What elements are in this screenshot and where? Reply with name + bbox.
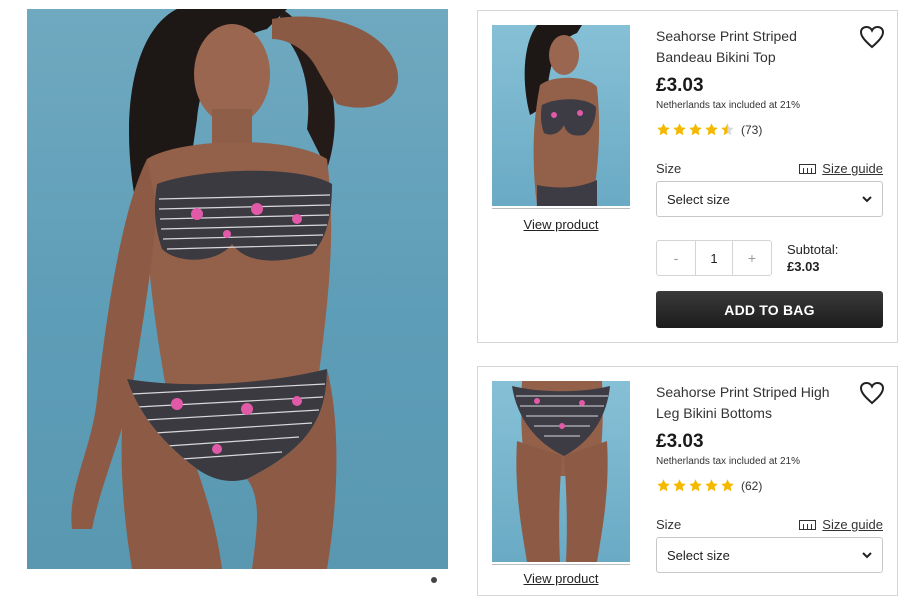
tax-note: Netherlands tax included at 21%	[656, 456, 800, 467]
quantity-stepper: - 1 +	[656, 240, 772, 276]
product-thumbnail[interactable]	[492, 25, 630, 206]
size-guide-link[interactable]: Size guide	[799, 517, 883, 532]
add-to-bag-button[interactable]: ADD TO BAG	[656, 291, 883, 328]
size-select-value: Select size	[667, 547, 730, 563]
star-half-icon	[721, 123, 734, 136]
size-label: Size	[656, 517, 682, 532]
size-label: Size	[656, 161, 682, 176]
rating-stars[interactable]: (62)	[656, 478, 762, 493]
ruler-icon	[799, 519, 817, 530]
product-title[interactable]: Seahorse Print Striped Bandeau Bikini To…	[656, 26, 846, 68]
rating-count[interactable]: (62)	[741, 479, 762, 493]
thumbnail-divider	[492, 208, 630, 209]
size-guide-label: Size guide	[822, 517, 883, 532]
star-icon	[689, 479, 702, 492]
size-select-value: Select size	[667, 191, 730, 207]
heart-outline-icon[interactable]	[859, 25, 885, 49]
view-product-link[interactable]: View product	[492, 571, 630, 586]
quantity-increase-button[interactable]: +	[733, 241, 771, 275]
subtotal: Subtotal: £3.03	[787, 241, 838, 275]
ruler-icon	[799, 163, 817, 174]
tax-note: Netherlands tax included at 21%	[656, 100, 800, 111]
star-icon	[705, 479, 718, 492]
view-product-link[interactable]: View product	[492, 217, 630, 232]
rating-count[interactable]: (73)	[741, 123, 762, 137]
subtotal-label: Subtotal:	[787, 242, 839, 257]
star-icon	[657, 479, 670, 492]
size-guide-label: Size guide	[822, 161, 883, 176]
main-product-image	[27, 9, 448, 569]
quantity-input[interactable]: 1	[695, 241, 733, 275]
rating-stars[interactable]: (73)	[656, 122, 762, 137]
star-icon	[705, 123, 718, 136]
heart-outline-icon[interactable]	[859, 381, 885, 405]
chevron-down-icon	[862, 551, 872, 558]
size-select[interactable]: Select size	[656, 181, 883, 217]
star-icon	[673, 479, 686, 492]
size-select[interactable]: Select size	[656, 537, 883, 573]
product-price: £3.03	[656, 75, 704, 96]
chevron-down-icon	[862, 195, 872, 202]
subtotal-value: £3.03	[787, 259, 820, 274]
product-title[interactable]: Seahorse Print Striped High Leg Bikini B…	[656, 382, 846, 424]
star-icon	[721, 479, 734, 492]
star-icon	[689, 123, 702, 136]
product-price: £3.03	[656, 431, 704, 452]
scroll-indicator	[431, 577, 437, 583]
quantity-decrease-button[interactable]: -	[657, 241, 695, 275]
product-thumbnail[interactable]	[492, 381, 630, 562]
size-guide-link[interactable]: Size guide	[799, 161, 883, 176]
product-card: View product Seahorse Print Striped High…	[477, 366, 898, 596]
product-card: View product Seahorse Print Striped Band…	[477, 10, 898, 343]
star-icon	[657, 123, 670, 136]
star-icon	[673, 123, 686, 136]
thumbnail-divider	[492, 564, 630, 565]
